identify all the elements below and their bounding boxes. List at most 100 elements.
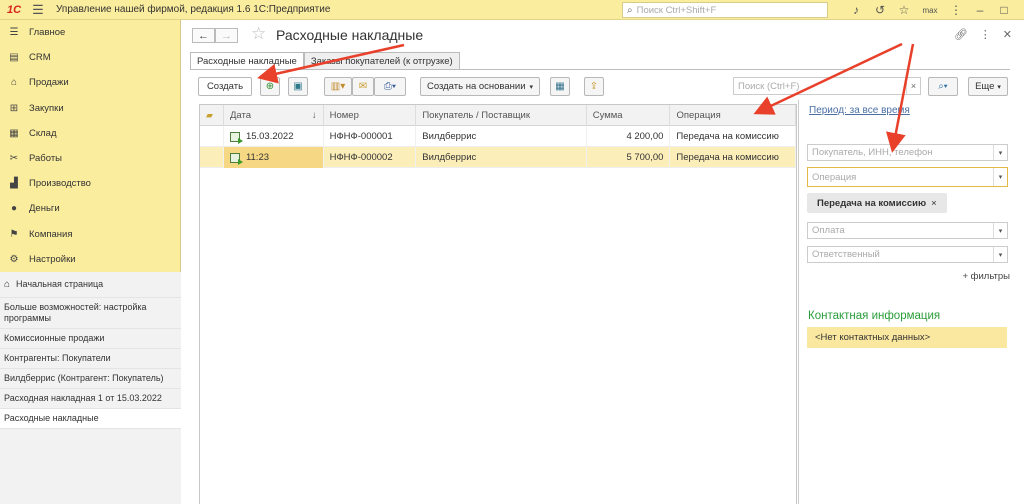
period-link[interactable]: Период: за все время [809, 105, 910, 116]
documents-icon: ▥▾ [330, 81, 346, 92]
responsible-filter-field[interactable]: Ответственный ▾ [807, 246, 1008, 263]
create-button[interactable]: Создать [198, 77, 252, 96]
factory-icon: ▟ [10, 178, 18, 190]
close-form-icon[interactable]: ✕ [1003, 28, 1012, 41]
history-home[interactable]: ⌂ Начальная страница [0, 272, 181, 298]
list-search-input[interactable]: Поиск (Ctrl+F) × [733, 77, 921, 95]
structure-button[interactable]: ▦ [550, 77, 570, 96]
user-name[interactable]: max [916, 6, 944, 15]
history-item[interactable]: Контрагенты: Покупатели [0, 349, 181, 369]
coin-icon: ● [10, 203, 18, 215]
column-sum[interactable]: Сумма [587, 105, 671, 126]
dropdown-icon[interactable]: ▾ [993, 247, 1007, 262]
clear-search-icon[interactable]: × [906, 78, 920, 94]
payment-filter-field[interactable]: Оплата ▾ [807, 222, 1008, 239]
sections-panel: ☰ Главное ▤ CRM ⌂ Продажи ⊞ Закупки ▦ Склад ✂ Работ… [0, 20, 181, 504]
flag-icon: ⚑ [9, 228, 19, 240]
history-item[interactable]: Вилдберрис (Контрагент: Покупатель) [0, 369, 181, 389]
history-item[interactable]: Больше возможностей: настройка программы [0, 298, 181, 329]
history-item[interactable]: Расходная накладная 1 от 15.03.2022 [0, 389, 181, 409]
print-button[interactable]: ⎙▾ [374, 77, 406, 96]
sidebar-section-7[interactable]: ● Деньги [0, 196, 180, 221]
column-number[interactable]: Номер [324, 105, 417, 126]
history-item[interactable]: Расходные накладные [0, 409, 181, 429]
row-partner: Вилдберрис [416, 126, 587, 147]
main-menu-icon[interactable]: ☰ [28, 2, 48, 18]
sidebar-section-2[interactable]: ⌂ Продажи [0, 70, 180, 95]
global-search-input[interactable]: ⌕ Поиск Ctrl+Shift+F [622, 2, 828, 18]
close-icon[interactable]: ✕ [1016, 3, 1024, 17]
dropdown-icon[interactable]: ▾ [993, 223, 1007, 238]
back-button[interactable]: ← [192, 28, 215, 43]
sidebar-section-4[interactable]: ▦ Склад [0, 121, 180, 146]
folder-icon: ▰ [206, 110, 213, 120]
remove-chip-icon[interactable]: × [931, 198, 937, 209]
forward-button[interactable]: → [215, 28, 238, 43]
create-based-on-button[interactable]: Создать на основании ▾ [420, 77, 540, 96]
partner-filter-field[interactable]: Покупатель, ИНН, телефон ▾ [807, 144, 1008, 161]
favorite-star-icon[interactable]: ☆ [251, 24, 266, 44]
sidebar-section-6[interactable]: ▟ Производство [0, 171, 180, 196]
contact-info-title: Контактная информация [808, 310, 941, 322]
search-icon: ⌕ [627, 4, 633, 16]
favorites-star-icon[interactable]: ☆ [892, 3, 916, 17]
history-icon[interactable]: ↺ [868, 3, 892, 17]
sidebar-section-label: Настройки [29, 253, 76, 265]
upload-button[interactable]: ⇪ [584, 77, 604, 96]
row-sum: 4 200,00 [587, 126, 671, 147]
minimize-icon[interactable]: – [968, 3, 992, 17]
search-button[interactable]: ⌕▾ [928, 77, 958, 96]
column-operation[interactable]: Операция [670, 105, 796, 126]
maximize-icon[interactable]: □ [992, 3, 1016, 17]
copy-add-button[interactable]: ⊕ [260, 77, 280, 96]
column-date[interactable]: Дата ↓ [224, 105, 324, 126]
operation-filter-field[interactable]: Операция ▾ [807, 167, 1008, 187]
row-sum: 5 700,00 [587, 147, 671, 168]
dropdown-icon[interactable]: ▾ [993, 168, 1007, 186]
settings-icon[interactable]: ⋮ [944, 3, 968, 17]
tab-customer-orders[interactable]: Заказы покупателей (к отгрузке) [303, 52, 460, 70]
row-partner: Вилдберрис [416, 147, 587, 168]
edit-document-icon: ▣ [293, 81, 303, 92]
sidebar-section-label: Компания [29, 228, 73, 240]
edit-button[interactable]: ▣ [288, 77, 308, 96]
sidebar-section-3[interactable]: ⊞ Закупки [0, 96, 180, 121]
sidebar-section-label: Склад [29, 127, 57, 139]
page-title: Расходные накладные [276, 27, 424, 43]
bell-icon[interactable]: ♪ [844, 3, 868, 17]
partner-filter-placeholder: Покупатель, ИНН, телефон [812, 147, 933, 158]
dropdown-icon[interactable]: ▾ [993, 145, 1007, 160]
column-date-label: Дата [229, 110, 251, 121]
contact-info-value: <Нет контактных данных> [807, 327, 1007, 348]
column-icon-header[interactable]: ▰ [200, 105, 224, 126]
add-filters-link[interactable]: + фильтры [962, 271, 1010, 282]
more-button[interactable]: Еще ▾ [968, 77, 1008, 96]
history-item[interactable]: Комиссионные продажи [0, 329, 181, 349]
sidebar-section-0[interactable]: ☰ Главное [0, 20, 180, 45]
tab-outgoing-invoices[interactable]: Расходные накладные [190, 52, 304, 70]
payment-filter-placeholder: Оплата [812, 225, 845, 236]
table-row[interactable]: 15.03.2022 НФНФ-000001 Вилдберрис 4 200,… [200, 126, 796, 147]
printer-icon: ⎙▾ [383, 81, 397, 92]
sidebar-section-label: Деньги [29, 203, 60, 215]
responsible-filter-placeholder: Ответственный [812, 249, 880, 260]
sidebar-section-5[interactable]: ✂ Работы [0, 146, 180, 171]
email-button[interactable]: ✉ [352, 77, 374, 96]
more-options-icon[interactable]: ⋮ [980, 28, 991, 41]
column-partner[interactable]: Покупатель / Поставщик [416, 105, 587, 126]
home-icon: ⌂ [4, 279, 11, 290]
print-forms-button[interactable]: ▥▾ [324, 77, 352, 96]
shop-icon: ⌂ [10, 77, 18, 89]
sidebar-section-9[interactable]: ⚙ Настройки [0, 247, 180, 272]
sidebar-section-label: Закупки [29, 102, 64, 114]
sidebar-section-1[interactable]: ▤ CRM [0, 45, 180, 70]
link-icon[interactable]: 🔗︎ [954, 28, 968, 41]
chip-label: Передача на комиссию [817, 197, 927, 209]
sidebar-section-8[interactable]: ⚑ Компания [0, 222, 180, 247]
operation-filter-chip[interactable]: Передача на комиссию × [807, 193, 947, 213]
row-number: НФНФ-000002 [324, 147, 417, 168]
sort-desc-icon: ↓ [311, 110, 317, 121]
app-title: Управление нашей фирмой, редакция 1.6 1С… [56, 4, 331, 15]
filter-panel: Период: за все время Покупатель, ИНН, те… [798, 100, 1024, 504]
table-row-selected[interactable]: 11:23 НФНФ-000002 Вилдберрис 5 700,00 Пе… [200, 147, 796, 168]
